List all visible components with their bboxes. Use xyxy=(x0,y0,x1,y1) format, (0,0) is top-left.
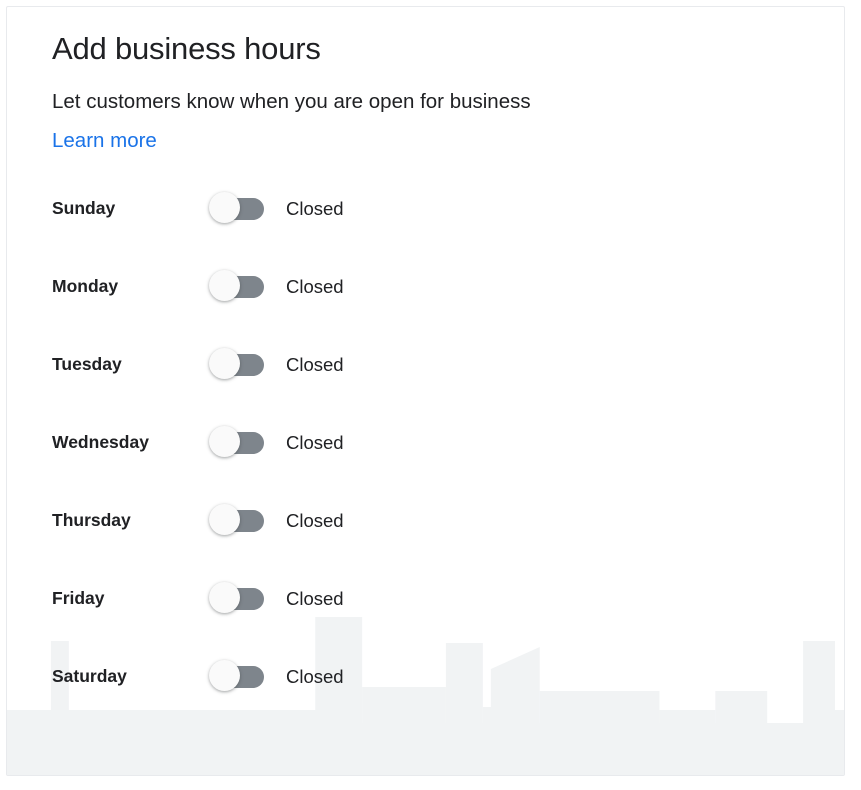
page-title: Add business hours xyxy=(52,31,321,66)
learn-more-link[interactable]: Learn more xyxy=(52,127,157,155)
table-row: Saturday Closed xyxy=(52,660,844,742)
toggle-knob-icon xyxy=(209,270,240,301)
table-row: Friday Closed xyxy=(52,582,844,664)
toggle-knob-icon xyxy=(209,582,240,613)
business-hours-list: Sunday Closed Monday Closed Tuesday Clos… xyxy=(52,192,844,742)
toggle-monday[interactable] xyxy=(209,270,264,301)
toggle-knob-icon xyxy=(209,192,240,223)
add-business-hours-card: Add business hours Let customers know wh… xyxy=(6,6,845,776)
card-subtitle: Let customers know when you are open for… xyxy=(52,90,531,113)
table-row: Monday Closed xyxy=(52,270,844,352)
status-thursday: Closed xyxy=(286,510,344,531)
status-friday: Closed xyxy=(286,588,344,609)
day-label-sunday: Sunday xyxy=(52,198,116,218)
day-label-thursday: Thursday xyxy=(52,510,131,530)
toggle-knob-icon xyxy=(209,426,240,457)
status-monday: Closed xyxy=(286,276,344,297)
status-sunday: Closed xyxy=(286,198,344,219)
toggle-saturday[interactable] xyxy=(209,660,264,691)
day-label-friday: Friday xyxy=(52,588,105,608)
day-label-monday: Monday xyxy=(52,276,119,296)
table-row: Thursday Closed xyxy=(52,504,844,586)
toggle-thursday[interactable] xyxy=(209,504,264,535)
toggle-tuesday[interactable] xyxy=(209,348,264,379)
table-row: Sunday Closed xyxy=(52,192,844,274)
toggle-sunday[interactable] xyxy=(209,192,264,223)
toggle-knob-icon xyxy=(209,504,240,535)
table-row: Tuesday Closed xyxy=(52,348,844,430)
table-row: Wednesday Closed xyxy=(52,426,844,508)
day-label-saturday: Saturday xyxy=(52,666,127,686)
status-saturday: Closed xyxy=(286,666,344,687)
status-tuesday: Closed xyxy=(286,354,344,375)
status-wednesday: Closed xyxy=(286,432,344,453)
card-content: Add business hours Let customers know wh… xyxy=(7,7,844,742)
toggle-knob-icon xyxy=(209,348,240,379)
day-label-tuesday: Tuesday xyxy=(52,354,122,374)
toggle-wednesday[interactable] xyxy=(209,426,264,457)
toggle-knob-icon xyxy=(209,660,240,691)
day-label-wednesday: Wednesday xyxy=(52,432,149,452)
toggle-friday[interactable] xyxy=(209,582,264,613)
